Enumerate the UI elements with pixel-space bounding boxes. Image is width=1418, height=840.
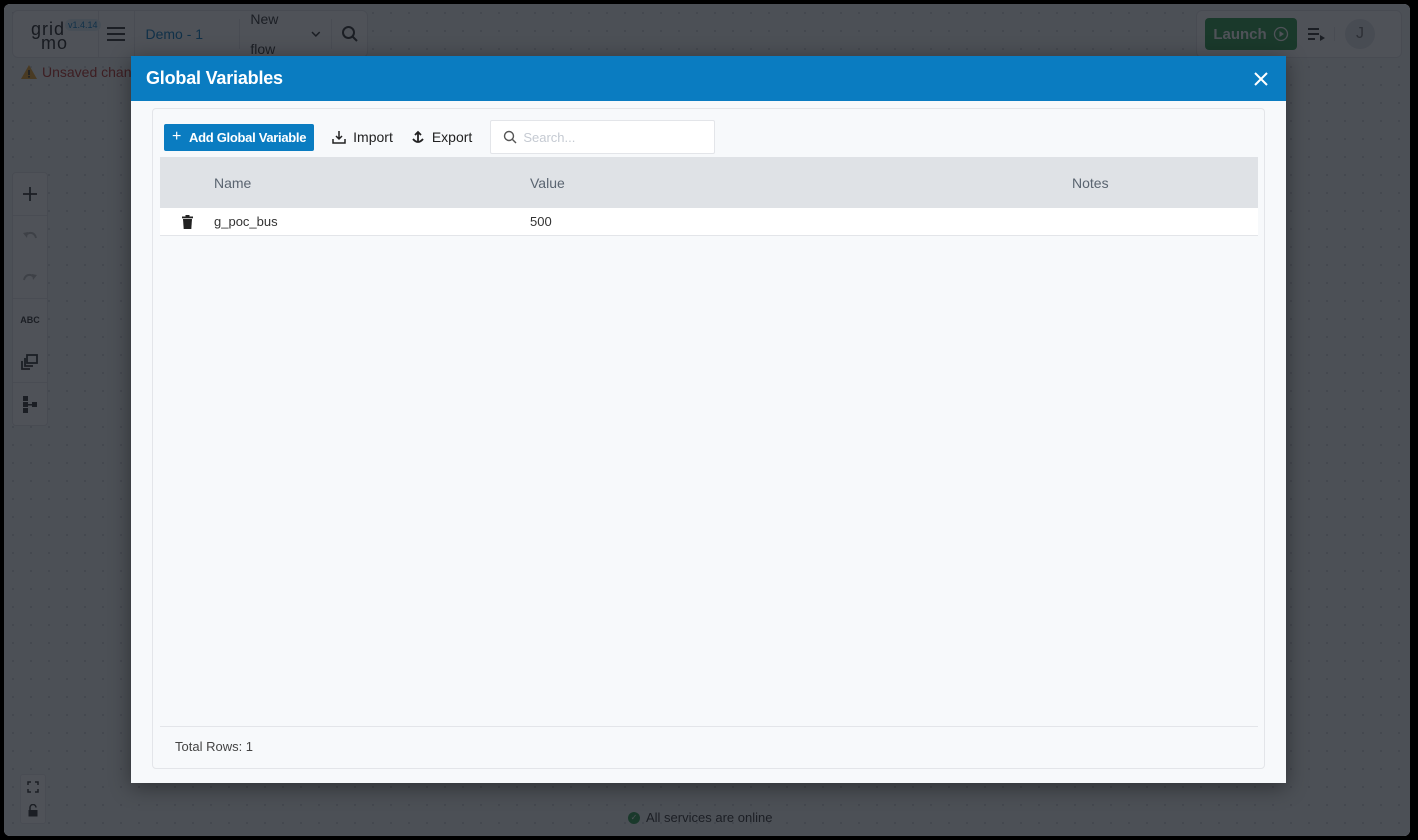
import-button[interactable]: Import <box>332 129 393 145</box>
upload-icon <box>412 130 424 143</box>
variables-table: Name Value Notes g_poc_bus 500 <box>160 157 1258 236</box>
trash-icon <box>181 214 193 229</box>
table-footer: Total Rows: 1 <box>160 726 1258 766</box>
table-row[interactable]: g_poc_bus 500 <box>160 208 1258 236</box>
close-button[interactable] <box>1251 69 1271 89</box>
header-name[interactable]: Name <box>214 175 530 191</box>
search-field[interactable] <box>490 120 716 154</box>
header-value[interactable]: Value <box>530 175 1072 191</box>
cell-value[interactable]: 500 <box>530 214 1072 229</box>
import-label: Import <box>353 129 393 145</box>
table-header: Name Value Notes <box>160 157 1258 208</box>
close-icon <box>1254 71 1268 86</box>
modal-header: Global Variables <box>131 56 1286 101</box>
add-label: Add Global Variable <box>189 129 307 145</box>
modal-title: Global Variables <box>146 68 283 88</box>
header-notes[interactable]: Notes <box>1072 175 1258 191</box>
global-variables-modal: Global Variables + Add Global Variable I… <box>131 56 1286 783</box>
download-icon <box>332 131 346 144</box>
cell-name[interactable]: g_poc_bus <box>214 214 530 229</box>
variables-panel: + Add Global Variable Import Export Name… <box>152 108 1265 769</box>
export-button[interactable]: Export <box>411 129 472 145</box>
add-global-variable-button[interactable]: + Add Global Variable <box>164 123 315 151</box>
variables-toolbar: + Add Global Variable Import Export <box>164 119 716 155</box>
export-label: Export <box>431 129 473 145</box>
search-icon <box>504 130 517 144</box>
plus-icon: + <box>172 128 182 145</box>
search-input[interactable] <box>523 129 704 145</box>
total-rows: Total Rows: 1 <box>175 739 254 754</box>
delete-button[interactable] <box>160 214 214 229</box>
